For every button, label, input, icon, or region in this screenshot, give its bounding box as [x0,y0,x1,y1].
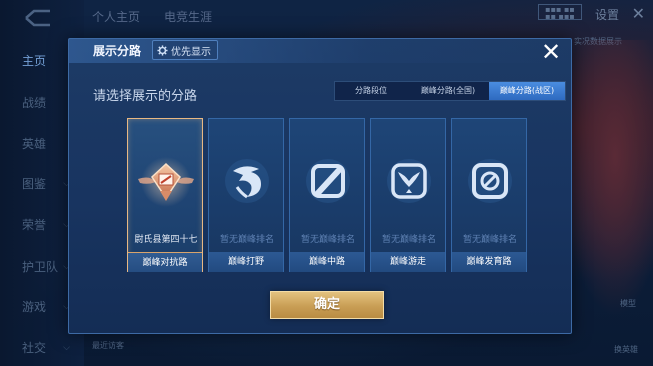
lane-card-clash[interactable]: 尉氏县第四十七 巅峰对抗路 [127,118,203,272]
farm-lane-icon [466,157,514,205]
lane-card-mid[interactable]: 暂无巅峰排名 巅峰中路 [289,118,365,272]
top-tabs: 个人主页 电竞生涯 [92,8,212,25]
model-button[interactable]: 模型 [620,298,636,309]
tab-peak-lane-region[interactable]: 巅峰分路(战区) [489,82,565,100]
lane-type-tabs: 分路段位 巅峰分路(全国) 巅峰分路(战区) [334,81,566,101]
tab-lane-rank[interactable]: 分路段位 [335,82,407,100]
dialog-subtitle: 请选择展示的分路 [93,89,198,104]
lane-label: 巅峰中路 [290,252,364,272]
dialog-title: 展示分路 [93,44,142,58]
lane-label: 巅峰对抗路 [128,252,202,272]
lane-card-list: 尉氏县第四十七 巅峰对抗路 暂无巅峰排名 巅峰打野 暂无巅峰排名 巅峰中路 暂无… [127,118,529,272]
dialog-header [69,39,573,63]
tab-profile[interactable]: 个人主页 [92,8,140,25]
close-icon[interactable]: ✕ [540,40,562,64]
mid-lane-icon [304,157,352,205]
close-icon[interactable]: ✕ [632,4,645,23]
settings-link[interactable]: 设置 [595,6,619,23]
lane-rank-text: 暂无巅峰排名 [462,235,517,245]
change-hero-button[interactable]: 换英雄 [614,344,638,355]
roam-wings-icon [385,157,433,205]
lane-card-jungle[interactable]: 暂无巅峰排名 巅峰打野 [208,118,284,272]
gear-icon [157,44,168,56]
jungle-dragon-icon [223,157,271,205]
lane-display-dialog: 展示分路 优先显示 ✕ 请选择展示的分路 分路段位 巅峰分路(全国) 巅峰分路(… [68,38,573,334]
nav-item-social[interactable]: 社交 ⌵ [0,338,84,358]
back-icon[interactable] [20,8,54,28]
recent-visitors-label[interactable]: 最近访客 [92,340,124,351]
tab-peak-lane-national[interactable]: 巅峰分路(全国) [407,82,489,100]
chevron-down-icon: ⌵ [63,343,70,353]
lane-card-farm[interactable]: 暂无巅峰排名 巅峰发育路 [451,118,527,272]
clash-lane-rank-emblem-icon [134,155,198,209]
status-badge: ▪▪▪ ▪▪ ▪▪ ▪▪▪ [538,4,582,21]
lane-rank-text: 暂无巅峰排名 [219,235,274,245]
hero-portrait [558,40,653,330]
lane-rank-text: 暂无巅峰排名 [300,235,355,245]
lane-card-roam[interactable]: 暂无巅峰排名 巅峰游走 [370,118,446,272]
lane-rank-text: 暂无巅峰排名 [381,235,436,245]
priority-display-button[interactable]: 优先显示 [152,40,218,60]
priority-display-label: 优先显示 [171,46,211,58]
tab-esports[interactable]: 电竞生涯 [164,8,212,25]
lane-label: 巅峰打野 [209,252,283,272]
lane-label: 巅峰游走 [371,252,445,272]
lane-label: 巅峰发育路 [452,252,526,272]
lane-rank-text: 尉氏县第四十七 [134,235,198,245]
confirm-button[interactable]: 确定 [270,291,384,319]
